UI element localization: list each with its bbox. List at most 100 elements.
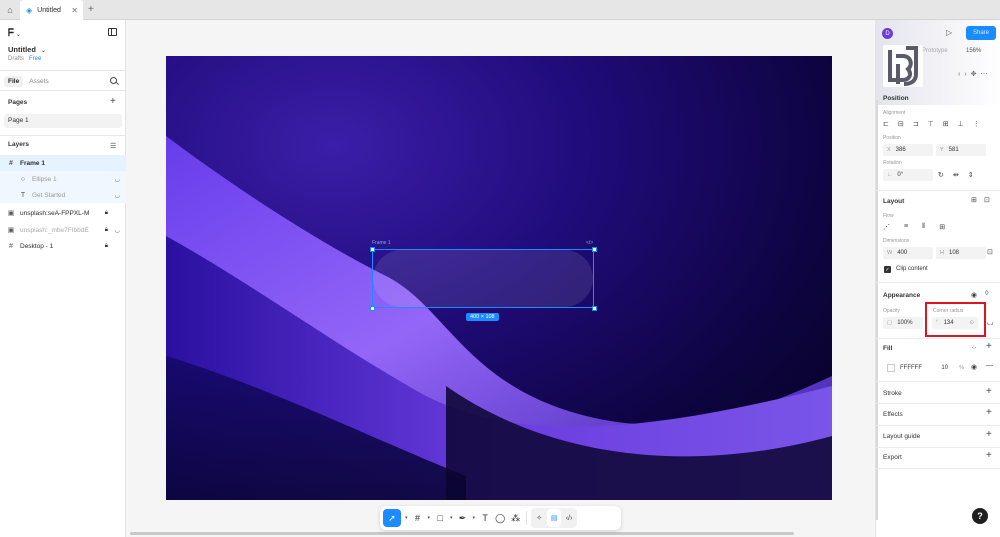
lock-icon[interactable]: 🔒︎: [105, 243, 108, 250]
chevron-down-icon[interactable]: ▾: [426, 509, 433, 527]
layer-item[interactable]: # Frame 1: [0, 155, 126, 171]
pen-tool-icon[interactable]: ✒: [457, 509, 469, 527]
layer-item[interactable]: # Desktop - 1 🔒︎: [0, 238, 126, 254]
zoom-level[interactable]: 156%: [966, 48, 981, 54]
fill-section-title: Fill: [883, 345, 893, 352]
distribute-icon[interactable]: ⋮: [973, 120, 980, 128]
layout-grid-icon[interactable]: ⊡: [984, 196, 990, 204]
remove-fill-icon[interactable]: —: [986, 362, 993, 369]
rotate-icon[interactable]: ↻: [938, 171, 944, 179]
sidebar-toggle-icon[interactable]: [108, 28, 117, 36]
page-item[interactable]: Page 1: [4, 114, 122, 128]
width-field[interactable]: W 400: [883, 247, 933, 259]
layer-item[interactable]: ○ Ellipse 1 ◡: [0, 171, 126, 187]
hidden-eye-icon[interactable]: ◡: [115, 176, 120, 183]
x-position-field[interactable]: X 386: [883, 144, 933, 156]
move-tool-icon[interactable]: ➚: [383, 509, 401, 527]
align-bottom-icon[interactable]: ⊥: [958, 120, 964, 128]
resize-handle[interactable]: [592, 247, 597, 252]
add-page-button[interactable]: +: [110, 96, 116, 107]
flow-grid-icon[interactable]: ⊞: [939, 223, 945, 231]
design-mode-icon[interactable]: ▤: [547, 509, 562, 527]
layers-list-icon[interactable]: ☰: [110, 142, 116, 150]
layer-item[interactable]: ▣ unsplash:seA-FPPXL-M 🔒︎: [0, 205, 126, 221]
add-fill-button[interactable]: +: [986, 341, 992, 352]
tab-assets[interactable]: Assets: [25, 76, 53, 87]
drafts-label[interactable]: Drafts: [8, 56, 24, 62]
lock-icon[interactable]: 🔒︎: [105, 210, 108, 217]
avatar[interactable]: D: [882, 28, 893, 39]
new-tab-button[interactable]: +: [88, 4, 98, 16]
layer-item[interactable]: ▣ unsplash:_mbe7FIbbdE 🔒︎ ◡: [0, 222, 126, 238]
rotation-field[interactable]: ∟ 0°: [883, 169, 933, 181]
panel-scrollbar[interactable]: [876, 100, 878, 520]
visibility-eye-icon[interactable]: ◉: [971, 291, 977, 299]
layer-item[interactable]: T Get Started ◡: [0, 187, 126, 203]
fill-color-field[interactable]: FFFFFF 10 %: [883, 362, 967, 374]
blend-mode-icon[interactable]: ◊: [985, 290, 988, 297]
add-layout-guide-button[interactable]: +: [986, 429, 992, 440]
present-icon[interactable]: ▷: [946, 28, 952, 37]
styles-icon[interactable]: ⁘: [971, 344, 977, 352]
prototype-tab[interactable]: Prototype: [922, 48, 948, 54]
hidden-eye-icon[interactable]: ◡: [115, 227, 120, 234]
position-section-title: Position: [883, 95, 909, 102]
opacity-field[interactable]: ▢ 100%: [883, 317, 923, 329]
flip-horizontal-icon[interactable]: ⇹: [953, 171, 959, 179]
independent-corners-icon[interactable]: ⌞⌟: [987, 318, 994, 326]
share-button[interactable]: Share: [966, 26, 996, 40]
resize-handle[interactable]: [592, 306, 597, 311]
components-icon[interactable]: ⁂: [509, 509, 522, 527]
chevron-down-icon[interactable]: ▾: [403, 509, 410, 527]
chevron-down-icon[interactable]: ▾: [448, 509, 455, 527]
hidden-eye-icon[interactable]: ◡: [115, 192, 120, 199]
resize-handle[interactable]: [370, 306, 375, 311]
file-tab[interactable]: ◈ Untitled ✕: [20, 0, 83, 20]
search-icon[interactable]: [110, 77, 117, 84]
align-right-icon[interactable]: ⊐: [913, 120, 919, 128]
flow-horizontal-icon[interactable]: ⦀: [922, 223, 925, 231]
text-tool-icon[interactable]: T: [479, 509, 491, 527]
y-position-field[interactable]: Y 581: [936, 144, 986, 156]
horizontal-scrollbar[interactable]: [130, 532, 794, 535]
file-title[interactable]: Untitled ⌄: [8, 45, 46, 54]
dev-mode-icon[interactable]: ‹/›: [562, 509, 576, 527]
add-export-button[interactable]: +: [986, 450, 992, 461]
add-effect-button[interactable]: +: [986, 407, 992, 418]
rectangle-tool-icon[interactable]: □: [434, 509, 446, 527]
code-icon[interactable]: ‹›: [958, 71, 971, 78]
chevron-down-icon[interactable]: ▾: [471, 509, 478, 527]
align-left-icon[interactable]: ⊏: [883, 120, 889, 128]
resize-handle[interactable]: [370, 247, 375, 252]
dev-mode-code-icon[interactable]: </>: [586, 240, 593, 246]
frame-tool-icon[interactable]: #: [412, 509, 424, 527]
align-center-v-icon[interactable]: ⊞: [943, 120, 949, 128]
visibility-eye-icon[interactable]: ◉: [971, 363, 977, 371]
component-icon[interactable]: ✥: [971, 71, 981, 78]
color-swatch[interactable]: [887, 364, 895, 372]
comment-tool-icon[interactable]: ◯: [493, 509, 507, 527]
clip-content-checkbox[interactable]: ✓: [884, 266, 891, 273]
flow-vertical-icon[interactable]: ≡: [904, 223, 908, 231]
more-icon[interactable]: ⋯: [981, 71, 992, 78]
main-menu-button[interactable]: ᖴ ⌄: [8, 28, 21, 39]
align-center-h-icon[interactable]: ⊟: [898, 120, 904, 128]
lock-icon[interactable]: 🔒︎: [105, 227, 108, 234]
add-stroke-button[interactable]: +: [986, 386, 992, 397]
actions-icon[interactable]: ✧: [532, 509, 546, 527]
flip-vertical-icon[interactable]: ⇕: [968, 171, 974, 179]
close-icon[interactable]: ✕: [71, 6, 78, 15]
constrain-proportions-icon[interactable]: ⊡: [987, 248, 993, 256]
home-icon[interactable]: ⌂: [2, 3, 18, 17]
y-prefix: Y: [940, 147, 944, 153]
position-label: Position: [883, 135, 901, 141]
selection-box[interactable]: [372, 249, 594, 308]
selection-frame-label[interactable]: Frame 1: [372, 240, 391, 246]
help-button[interactable]: ?: [972, 508, 988, 524]
height-field[interactable]: H 108: [936, 247, 986, 259]
flow-freeform-icon[interactable]: ⋰: [883, 223, 890, 231]
auto-layout-icon[interactable]: ⊞: [971, 196, 977, 204]
divider: [876, 338, 1000, 339]
tab-file[interactable]: File: [4, 76, 24, 87]
align-top-icon[interactable]: ⊤: [928, 120, 934, 128]
